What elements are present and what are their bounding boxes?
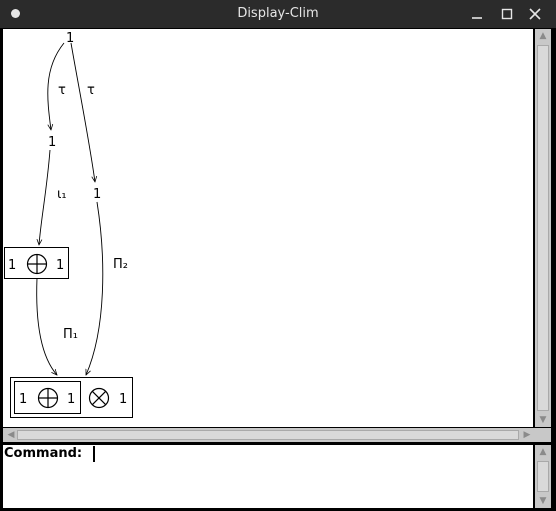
scroll-down-icon[interactable]: ▼ [535, 413, 551, 427]
edge-label-tau-left: τ [58, 83, 66, 98]
command-scroll-thumb[interactable] [537, 461, 549, 492]
edge-iota1 [39, 149, 51, 245]
scrollbar-corner [535, 428, 551, 442]
edge-label-tau-right: τ [87, 83, 95, 98]
node-product: 1 1 1 [10, 377, 133, 418]
text-cursor [93, 446, 95, 462]
sum-left-operand: 1 [8, 258, 16, 273]
scroll-up-icon[interactable]: ▲ [535, 29, 551, 43]
edge-tau-right [70, 42, 95, 182]
edge-pi1 [36, 277, 57, 375]
product-sum-right-operand: 1 [67, 392, 75, 407]
tensor-product-icon [88, 387, 110, 409]
scroll-up-icon[interactable]: ▲ [535, 445, 551, 459]
maximize-icon[interactable] [498, 5, 516, 23]
diagram-pane[interactable]: τ τ ι₁ Π₂ Π₁ 1 1 1 1 1 1 1 1 [3, 29, 533, 427]
command-label: Command: [4, 446, 83, 461]
scroll-right-icon[interactable]: ▶ [519, 428, 535, 442]
node-left: 1 [48, 135, 56, 150]
product-sum-left-operand: 1 [19, 392, 27, 407]
product-right-operand: 1 [119, 392, 127, 407]
node-right: 1 [93, 187, 101, 202]
vertical-scrollbar[interactable]: ▲ ▼ [535, 29, 551, 427]
direct-sum-icon [26, 253, 48, 275]
node-sum: 1 1 [4, 247, 69, 279]
edge-pi2 [86, 201, 104, 375]
command-pane[interactable]: Command: [3, 445, 533, 508]
close-icon[interactable] [526, 5, 544, 23]
scroll-down-icon[interactable]: ▼ [535, 494, 551, 508]
horizontal-scroll-thumb[interactable] [17, 430, 519, 440]
edge-label-pi1: Π₁ [63, 327, 78, 342]
direct-sum-icon [37, 387, 59, 409]
vertical-scroll-thumb[interactable] [537, 45, 549, 411]
edge-label-iota1: ι₁ [57, 187, 67, 202]
command-scrollbar[interactable]: ▲ ▼ [535, 445, 551, 508]
minimize-icon[interactable] [468, 5, 486, 23]
node-top: 1 [66, 31, 74, 46]
horizontal-scrollbar[interactable]: ◀ ▶ [3, 428, 535, 442]
edge-label-pi2: Π₂ [113, 257, 128, 272]
commutative-diagram: τ τ ι₁ Π₂ Π₁ 1 1 1 1 1 1 1 1 [4, 31, 133, 418]
sum-right-operand: 1 [56, 258, 64, 273]
title-bar: Display-Clim [0, 0, 556, 28]
